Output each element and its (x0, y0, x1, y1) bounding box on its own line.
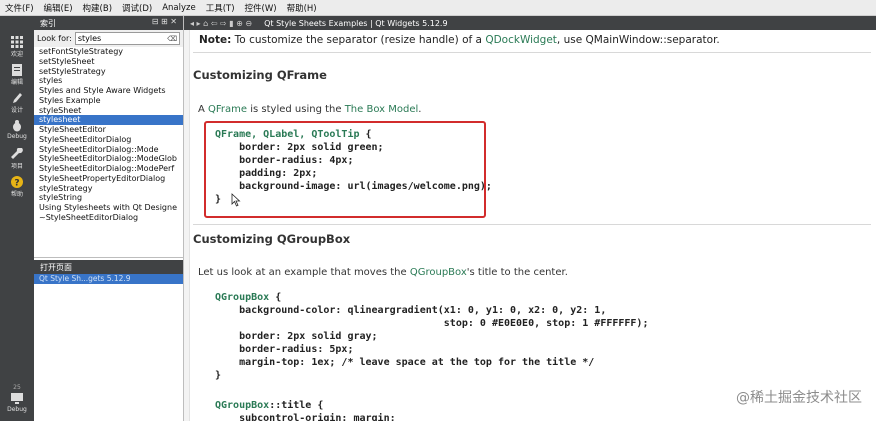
code-selector: QGroupBox (215, 400, 270, 411)
mode-label: 项目 (10, 163, 23, 170)
open-pages-header: 打开页面 (34, 260, 183, 274)
mouse-cursor-icon (231, 193, 241, 207)
qgroupbox-paragraph: Let us look at an example that moves the… (198, 267, 568, 278)
lookfor-label: Look for: (37, 34, 72, 43)
index-item[interactable]: setFontStyleStrategy (34, 47, 183, 57)
index-item[interactable]: setStyleStrategy (34, 67, 183, 77)
search-input[interactable]: styles ⌫ (74, 32, 180, 45)
document-content: Note: To customize the separator (resize… (184, 30, 876, 421)
clear-icon[interactable]: ⌫ (167, 34, 177, 45)
watermark: @稀土掘金技术社区 (736, 390, 862, 406)
index-item[interactable]: StyleSheetEditor (34, 125, 183, 135)
menu-debug[interactable]: 调试(D) (117, 2, 157, 14)
index-item[interactable]: Styles and Style Aware Widgets (34, 86, 183, 96)
menu-edit[interactable]: 编辑(E) (39, 2, 78, 14)
menu-help[interactable]: 帮助(H) (282, 2, 322, 14)
document-title: Qt Style Sheets Examples | Qt Widgets 5.… (264, 18, 448, 28)
pencil-icon (13, 93, 22, 103)
index-item[interactable]: setStyleSheet (34, 57, 183, 67)
index-item[interactable]: Styles Example (34, 96, 183, 106)
mode-projects[interactable]: 项目 (0, 146, 34, 174)
index-item[interactable]: StyleSheetEditorDialog::ModePerf (34, 164, 183, 174)
code-block-qgroupbox: QGroupBox { background-color: qlineargra… (215, 291, 648, 382)
note-label: Note: (199, 34, 232, 46)
menu-tools[interactable]: 工具(T) (201, 2, 240, 14)
menubar: 文件(F) 编辑(E) 构建(B) 调试(D) Analyze 工具(T) 控件… (0, 0, 876, 16)
menu-analyze[interactable]: Analyze (157, 3, 201, 13)
open-page-item[interactable]: Qt Style Sh...gets 5.12.9 (34, 274, 183, 284)
sidebar-header: 索引 ⊟ ⊞ ✕ (34, 16, 183, 30)
para-text: is styled using the (247, 104, 345, 115)
menu-file[interactable]: 文件(F) (0, 2, 39, 14)
divider (193, 52, 871, 53)
mode-label: Debug (7, 133, 27, 140)
note-text-end: , use QMainWindow::separator. (556, 34, 720, 46)
note-paragraph: Note: To customize the separator (resize… (199, 34, 720, 46)
mode-label: Debug (7, 406, 27, 413)
link-qframe[interactable]: QFrame (208, 104, 247, 115)
index-item[interactable]: StyleSheetPropertyEditorDialog (34, 174, 183, 184)
para-text: . (418, 104, 422, 115)
mode-kit-selector[interactable]: 25 Debug (0, 384, 34, 418)
index-item[interactable]: styleString (34, 193, 183, 203)
nav-icons[interactable]: ◂ ▸ ⌂ ⇦ ⇨ ▮ ⊕ ⊖ (190, 19, 252, 28)
monitor-icon (11, 393, 23, 404)
highlight-box (204, 121, 486, 218)
link-qgroupbox[interactable]: QGroupBox (410, 267, 467, 278)
index-item[interactable]: styles (34, 76, 183, 86)
mode-edit[interactable]: 编辑 (0, 62, 34, 90)
wrench-icon (11, 148, 23, 159)
code-selector: QGroupBox (215, 292, 270, 303)
mode-welcome[interactable]: 欢迎 (0, 34, 34, 62)
note-text: To customize the separator (resize handl… (231, 34, 486, 46)
open-pages-title: 打开页面 (40, 262, 72, 272)
mode-help[interactable]: ? 帮助 (0, 174, 34, 202)
index-item[interactable]: styleSheet (34, 106, 183, 116)
scroll-gutter (184, 30, 190, 421)
document-toolbar: ◂ ▸ ⌂ ⇦ ⇨ ▮ ⊕ ⊖ Qt Style Sheets Examples… (184, 16, 876, 30)
mode-debug[interactable]: Debug (0, 118, 34, 146)
para-text: 's title to the center. (466, 267, 568, 278)
mode-design[interactable]: 设计 (0, 90, 34, 118)
help-sidebar: 索引 ⊟ ⊞ ✕ Look for: styles ⌫ setFontStyle… (34, 16, 184, 421)
split-icon[interactable]: ⊟ ⊞ ✕ (152, 17, 177, 26)
index-item[interactable]: ~StyleSheetEditorDialog (34, 213, 183, 223)
index-item[interactable]: StyleSheetEditorDialog::Mode (34, 145, 183, 155)
svg-text:?: ? (14, 179, 19, 189)
search-value: styles (77, 34, 102, 43)
sidebar-title[interactable]: 索引 (40, 18, 56, 29)
index-item[interactable]: stylesheet (34, 115, 183, 125)
document-icon (12, 64, 22, 76)
menu-build[interactable]: 构建(B) (78, 2, 117, 14)
qframe-paragraph: A QFrame is styled using the The Box Mod… (198, 104, 421, 115)
link-box-model[interactable]: The Box Model (345, 104, 419, 115)
index-item[interactable]: Using Stylesheets with Qt Designe (34, 203, 183, 213)
mode-label: 欢迎 (10, 51, 23, 58)
bug-icon (13, 120, 21, 132)
link-qdockwidget[interactable]: QDockWidget (485, 34, 557, 46)
kit-number: 25 (13, 384, 21, 391)
mode-label: 编辑 (10, 79, 23, 86)
para-text: A (198, 104, 209, 115)
mode-label: 帮助 (10, 191, 23, 198)
menu-widgets[interactable]: 控件(W) (240, 2, 282, 14)
help-icon: ? (11, 176, 23, 189)
divider (193, 224, 871, 225)
lookfor-row: Look for: styles ⌫ (34, 30, 183, 47)
mode-label: 设计 (10, 107, 23, 114)
index-item[interactable]: StyleSheetEditorDialog (34, 135, 183, 145)
mode-selector-bar: 欢迎 编辑 设计 Debug 项目 ? 帮助 25 Debug (0, 16, 34, 421)
heading-customizing-qgroupbox: Customizing QGroupBox (193, 232, 351, 246)
index-item[interactable]: StyleSheetEditorDialog::ModeGlob (34, 154, 183, 164)
para-text: Let us look at an example that moves the (198, 267, 410, 278)
grid-icon (11, 36, 23, 48)
index-item[interactable]: styleStrategy (34, 184, 183, 194)
code-body: { background-color: qlineargradient(x1: … (215, 292, 649, 381)
heading-customizing-qframe: Customizing QFrame (193, 68, 327, 82)
index-list: setFontStyleStrategy setStyleSheet setStyl… (34, 47, 183, 258)
code-block-qgroupbox-title: QGroupBox::title { subcontrol-origin: ma… (215, 399, 396, 421)
